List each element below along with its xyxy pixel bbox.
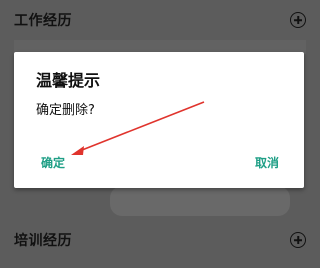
- cancel-button[interactable]: 取消: [255, 154, 279, 171]
- confirm-button[interactable]: 确定: [41, 154, 65, 171]
- section-title-training: 培训经历: [14, 233, 72, 249]
- add-circle-icon[interactable]: [290, 232, 306, 248]
- dialog-message: 确定删除?: [36, 103, 95, 118]
- confirm-delete-dialog: 温馨提示 确定删除? 确定 取消: [14, 52, 304, 188]
- section-work-experience: 工作经历: [0, 0, 320, 40]
- section-title-work: 工作经历: [14, 13, 72, 29]
- dialog-title: 温馨提示: [36, 71, 101, 90]
- section-training-experience: 培训经历: [0, 220, 320, 260]
- faded-card: [110, 186, 290, 216]
- add-circle-icon[interactable]: [290, 12, 306, 28]
